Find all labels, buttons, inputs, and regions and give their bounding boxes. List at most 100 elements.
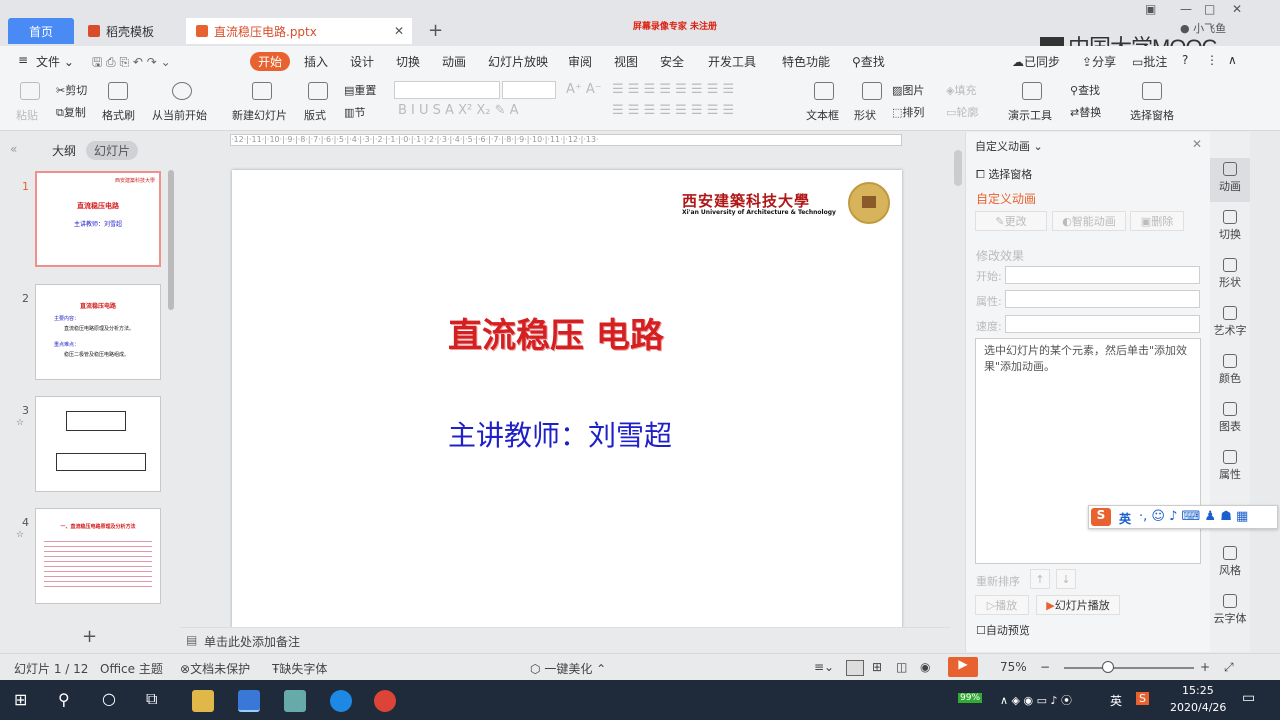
align-buttons[interactable]: ☰ ☰ ☰ ☰ ☰ ☰ ☰ ☰ <box>612 103 734 118</box>
tab-template[interactable]: 稻壳模板 <box>78 18 182 44</box>
slide-thumbnail-1[interactable]: 西安建築科技大學 直流稳压电路 主讲教师：刘雪超 <box>35 171 161 267</box>
move-up-icon[interactable]: ↑ <box>1030 569 1050 589</box>
shape-button[interactable]: 形状 <box>854 107 876 123</box>
slide-canvas[interactable]: 西安建築科技大學 Xi'an University of Architectur… <box>232 170 902 630</box>
protection-status[interactable]: ⊗文档未保护 <box>180 660 250 677</box>
collapse-ribbon-icon[interactable]: ∧ <box>1228 53 1237 67</box>
quick-access-icons[interactable]: 🖫 ⎙ ⎘ ↶ ↷ ⌄ <box>92 53 171 74</box>
reset-button[interactable]: ▤重置 <box>344 82 376 98</box>
new-slide-button[interactable]: 新建幻灯片 <box>232 107 287 123</box>
change-button[interactable]: ✎ 更改 <box>975 211 1047 231</box>
outline-button[interactable]: ▭轮廓 <box>946 104 978 120</box>
sync-button[interactable]: ☁已同步 <box>1012 53 1060 70</box>
presentation-tools-button[interactable]: 演示工具 <box>1008 107 1052 123</box>
zoom-out-icon[interactable]: − <box>1040 660 1050 674</box>
tray-icons[interactable]: ∧ ◈ ◉ ▭ ♪ ⦿ <box>1000 692 1072 708</box>
beautify-button[interactable]: ⬡ 一键美化 ⌃ <box>530 660 606 677</box>
zoom-slider-thumb[interactable] <box>1102 661 1114 673</box>
slide-subtitle[interactable]: 主讲教师：刘雪超 <box>448 414 672 454</box>
fill-button[interactable]: ◈填充 <box>946 82 976 98</box>
arrange-button[interactable]: ⬚排列 <box>892 104 924 120</box>
tab-home[interactable]: 首页 <box>8 18 74 44</box>
tab-document[interactable]: 直流稳压电路.pptx ✕ <box>186 18 412 44</box>
zoom-level[interactable]: 75% <box>1000 660 1027 674</box>
file-explorer-icon[interactable] <box>192 690 214 712</box>
sidebar-shape[interactable]: 形状 <box>1210 258 1250 290</box>
slideshow-play-button[interactable]: ▶ <box>948 657 978 677</box>
menu-devtools[interactable]: 开发工具 <box>708 53 756 70</box>
menu-transition[interactable]: 切换 <box>396 53 420 70</box>
windows-start-icon[interactable]: ⊞ <box>14 690 27 709</box>
task-view-icon[interactable]: ⧉ <box>146 689 157 709</box>
more-icon[interactable]: ⋮ <box>1206 53 1218 67</box>
notes-toggle-icon[interactable]: ≡⌄ <box>814 660 834 674</box>
menu-search[interactable]: ⚲查找 <box>852 53 885 70</box>
menu-slideshow[interactable]: 幻灯片放映 <box>488 53 548 70</box>
play-button[interactable]: ▷ 播放 <box>975 595 1029 615</box>
text-format-buttons[interactable]: B I U S A X² X₂ ✎ A <box>398 103 519 118</box>
sidebar-animation[interactable]: 动画 <box>1210 158 1250 202</box>
slide-thumbnail-4[interactable]: 一、直流稳压电路原理及分析方法 <box>35 508 161 604</box>
ie-icon[interactable] <box>330 690 352 712</box>
missing-font-status[interactable]: Ŧ缺失字体 <box>272 660 327 677</box>
move-down-icon[interactable]: ↓ <box>1056 569 1076 589</box>
smart-animation-button[interactable]: ◐ 智能动画 <box>1052 211 1126 231</box>
tab-slides[interactable]: 幻灯片 <box>86 141 139 160</box>
cut-button[interactable]: ✂剪切 <box>56 82 87 98</box>
sorter-view-icon[interactable]: ⊞ <box>872 660 882 674</box>
menu-icon[interactable]: ▣ <box>1145 2 1156 16</box>
menu-start[interactable]: 开始 <box>250 52 291 71</box>
copy-button[interactable]: ⧉复制 <box>56 104 86 120</box>
reading-view-icon[interactable]: ◫ <box>896 660 907 674</box>
section-button[interactable]: ▥节 <box>344 104 365 120</box>
animation-list[interactable]: 选中幻灯片的某个元素，然后单击"添加效果"添加动画。 <box>975 338 1201 564</box>
clock-time[interactable]: 15:25 <box>1182 684 1214 697</box>
ime-toolbar[interactable]: S 英 ·, ☺ ♪ ⌨ ♟ ☗ ▦ <box>1088 505 1278 529</box>
notification-icon[interactable]: ▭ <box>1242 690 1255 706</box>
close-tab-icon[interactable]: ✕ <box>394 24 404 38</box>
slide-thumbnail-3[interactable] <box>35 396 161 492</box>
start-select[interactable] <box>1005 266 1200 284</box>
font-size-select[interactable] <box>502 81 556 99</box>
collapse-panel-icon[interactable]: « <box>10 142 17 156</box>
replace-button[interactable]: ⇄替换 <box>1070 104 1101 120</box>
add-slide-icon[interactable]: + <box>82 626 97 647</box>
speed-select[interactable] <box>1005 315 1200 333</box>
autopreview-checkbox[interactable]: ☐自动预览 <box>976 622 1030 638</box>
select-pane-link[interactable]: ⧠ 选择窗格 <box>976 166 1032 182</box>
sidebar-cloud-font[interactable]: 云字体 <box>1210 594 1250 626</box>
panel-scrollbar[interactable] <box>168 170 174 310</box>
normal-view-icon[interactable] <box>846 660 864 676</box>
menu-animation[interactable]: 动画 <box>442 53 466 70</box>
zoom-slider-track[interactable] <box>1064 667 1194 669</box>
sogou-tray-icon[interactable]: S <box>1136 692 1149 705</box>
close-panel-icon[interactable]: ✕ <box>1192 137 1202 151</box>
canvas-scrollbar[interactable] <box>954 150 962 186</box>
menu-insert[interactable]: 插入 <box>304 53 328 70</box>
find-button[interactable]: ⚲查找 <box>1070 82 1100 98</box>
ime-tool-icons[interactable]: ·, ☺ ♪ ⌨ ♟ ☗ ▦ <box>1139 509 1248 524</box>
battery-icon[interactable]: 99% <box>958 693 983 703</box>
menu-review[interactable]: 审阅 <box>568 53 592 70</box>
paragraph-buttons[interactable]: ☰ ☰ ☰ ☰ ☰ ☰ ☰ ☰ <box>612 82 734 97</box>
font-size-buttons[interactable]: A⁺ A⁻ <box>566 82 602 97</box>
clock-date[interactable]: 2020/4/26 <box>1170 701 1226 714</box>
menu-security[interactable]: 安全 <box>660 53 684 70</box>
panel-header[interactable]: 自定义动画 ⌄ <box>975 138 1043 154</box>
sidebar-style[interactable]: 风格 <box>1210 546 1250 578</box>
close-window-icon[interactable]: ✕ <box>1232 2 1242 16</box>
sidebar-color[interactable]: 颜色 <box>1210 354 1250 386</box>
share-button[interactable]: ⇪分享 <box>1082 53 1116 70</box>
format-painter-button[interactable]: 格式刷 <box>102 107 135 123</box>
theme-name[interactable]: Office 主题 <box>100 660 163 677</box>
comment-button[interactable]: ▭批注 <box>1132 53 1167 70</box>
zoom-in-icon[interactable]: + <box>1200 660 1210 674</box>
slide-thumbnail-2[interactable]: 直流稳压电路 主要内容： 直流稳压电路原理及分析方法。 重点难点： 稳压二极管及… <box>35 284 161 380</box>
menu-view[interactable]: 视图 <box>614 53 638 70</box>
textbox-button[interactable]: 文本框 <box>806 107 839 123</box>
delete-button[interactable]: ▣ 删除 <box>1130 211 1184 231</box>
wps-icon[interactable] <box>238 690 260 712</box>
from-current-button[interactable]: 从当前开始 <box>152 107 207 123</box>
sidebar-transition[interactable]: 切换 <box>1210 210 1250 242</box>
ime-language[interactable]: 英 <box>1119 510 1131 527</box>
